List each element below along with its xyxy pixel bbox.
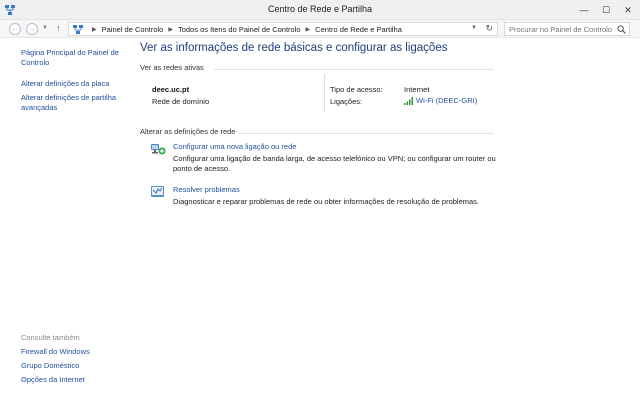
maximize-button[interactable]: ☐ (595, 0, 617, 20)
sidebar-link-windows-firewall[interactable]: Firewall do Windows (21, 347, 127, 357)
search-input[interactable] (509, 24, 613, 35)
network-info-divider (324, 74, 325, 112)
breadcrumb-separator-icon: ▶ (92, 27, 97, 33)
access-type-label: Tipo de acesso: (330, 85, 383, 94)
forward-arrow-icon[interactable]: → (26, 23, 38, 35)
troubleshoot-icon (151, 186, 164, 197)
control-panel-icon (73, 25, 83, 34)
sidebar-link-adapter-settings[interactable]: Alterar definições da placa (21, 79, 127, 89)
change-network-settings-label: Alterar as definições de rede (140, 127, 236, 136)
search-box[interactable] (504, 22, 630, 36)
main-content: Ver as informações de rede básicas e con… (130, 39, 640, 401)
access-type-value: Internet (404, 85, 430, 94)
sidebar-link-internet-options[interactable]: Opções da Internet (21, 375, 127, 385)
breadcrumb-network-center[interactable]: Centro de Rede e Partilha (315, 25, 402, 34)
breadcrumb-separator-icon[interactable]: ▶ (168, 26, 173, 33)
connections-label: Ligações: (330, 97, 363, 106)
task-new-connection: Configurar uma nova ligação ou rede Conf… (150, 142, 500, 176)
new-connection-icon (151, 144, 166, 155)
sidebar-link-homegroup[interactable]: Grupo Doméstico (21, 361, 127, 371)
wifi-signal-icon (404, 96, 413, 105)
page-title: Ver as informações de rede básicas e con… (140, 42, 448, 54)
task-troubleshoot-link[interactable]: Resolver problemas (173, 185, 240, 194)
active-networks-label: Ver as redes ativas (140, 63, 204, 72)
network-sharing-center-window: Centro de Rede e Partilha — ☐ ✕ ← → ▼ ↑ … (0, 0, 640, 401)
minimize-button[interactable]: — (573, 0, 595, 20)
section-divider (214, 69, 494, 70)
task-troubleshoot-description: Diagnosticar e reparar problemas de rede… (173, 197, 480, 206)
task-troubleshoot: Resolver problemas Diagnosticar e repara… (150, 185, 500, 209)
back-arrow-icon[interactable]: ← (9, 23, 21, 35)
address-dropdown-icon[interactable]: ▼ (471, 25, 477, 31)
wifi-connection-link[interactable]: Wi-Fi (DEEC-GRI) (404, 96, 477, 105)
left-nav-pane: Página Principal do Painel de Controlo A… (0, 39, 130, 401)
address-bar[interactable]: ▶ Painel de Controlo ▶ Todos os Itens do… (68, 22, 498, 36)
wifi-connection-name[interactable]: Wi-Fi (DEEC-GRI) (416, 96, 477, 105)
section-divider (238, 133, 494, 134)
recent-locations-chevron-icon[interactable]: ▼ (42, 25, 48, 31)
sidebar-link-control-panel-home[interactable]: Página Principal do Painel de Controlo (21, 48, 127, 68)
breadcrumb-separator-icon[interactable]: ▶ (306, 26, 311, 33)
close-button[interactable]: ✕ (617, 0, 639, 20)
breadcrumb: ▶ Painel de Controlo ▶ Todos os Itens do… (87, 25, 402, 34)
search-icon[interactable] (617, 25, 626, 34)
network-name: deec.uc.pt (152, 85, 190, 94)
task-new-connection-link[interactable]: Configurar uma nova ligação ou rede (173, 142, 296, 151)
title-bar: Centro de Rede e Partilha — ☐ ✕ (0, 0, 640, 20)
breadcrumb-control-panel[interactable]: Painel de Controlo (102, 25, 164, 34)
sidebar-link-advanced-sharing[interactable]: Alterar definições de partilha avançadas (21, 93, 127, 113)
network-type: Rede de domínio (152, 97, 210, 106)
breadcrumb-all-items[interactable]: Todos os Itens do Painel de Controlo (178, 25, 301, 34)
up-arrow-icon[interactable]: ↑ (56, 23, 61, 33)
task-new-connection-description: Configurar uma ligação de banda larga, d… (173, 154, 496, 173)
address-toolbar: ← → ▼ ↑ ▶ Painel de Controlo ▶ Todos os … (0, 20, 640, 38)
see-also-heading: Consulte também (21, 333, 80, 342)
refresh-icon[interactable]: ↻ (485, 23, 493, 34)
window-title: Centro de Rede e Partilha (267, 4, 373, 14)
